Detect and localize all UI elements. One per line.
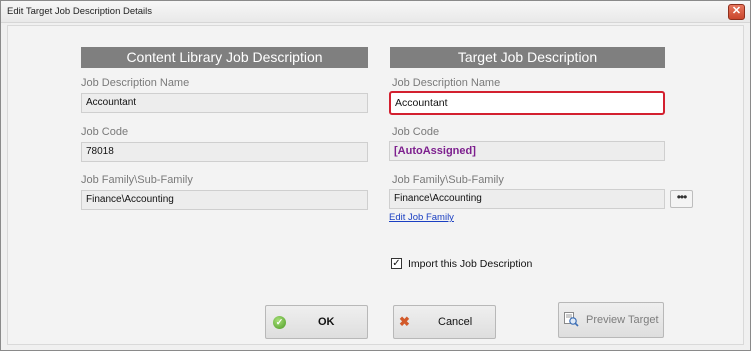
dialog-body: Content Library Job Description Job Desc… — [7, 25, 744, 345]
edit-job-dialog: Edit Target Job Description Details ✕ Co… — [0, 0, 751, 351]
cancel-x-icon: ✖ — [399, 314, 410, 329]
title-bar: Edit Target Job Description Details ✕ — [1, 1, 750, 23]
preview-target-button[interactable]: Preview Target — [558, 302, 664, 338]
preview-button-label: Preview Target — [586, 314, 659, 326]
ok-check-icon: ✓ — [273, 316, 286, 329]
ok-button-label: OK — [318, 316, 335, 328]
close-icon: ✕ — [731, 5, 742, 17]
cancel-button-label: Cancel — [438, 316, 473, 328]
target-job-header: Target Job Description — [390, 47, 665, 68]
job-code-field: [AutoAssigned] — [389, 141, 665, 161]
edit-job-family-link[interactable]: Edit Job Family — [389, 212, 454, 223]
ok-button[interactable]: ✓ OK — [265, 305, 368, 339]
browse-job-family-button[interactable]: ••• — [670, 190, 693, 208]
left-job-family-label: Job Family\Sub-Family — [81, 174, 193, 186]
left-job-code-field: 78018 — [81, 142, 368, 162]
left-job-name-label: Job Description Name — [81, 77, 190, 89]
cancel-button[interactable]: ✖ Cancel — [393, 305, 496, 339]
right-job-family-label: Job Family\Sub-Family — [392, 174, 504, 186]
dialog-title: Edit Target Job Description Details — [7, 6, 153, 17]
left-job-code-label: Job Code — [81, 126, 129, 138]
check-mark-icon: ✓ — [392, 258, 401, 269]
left-job-name-field: Accountant — [81, 93, 368, 113]
ellipsis-icon: ••• — [676, 190, 688, 204]
job-family-field: Finance\Accounting — [389, 189, 665, 209]
content-library-header: Content Library Job Description — [81, 47, 368, 68]
right-job-code-label: Job Code — [392, 126, 440, 138]
job-name-input[interactable] — [389, 91, 665, 115]
right-job-name-label: Job Description Name — [392, 77, 501, 89]
close-button[interactable]: ✕ — [728, 4, 745, 20]
import-checkbox-label[interactable]: Import this Job Description — [408, 258, 532, 270]
preview-magnifier-icon — [564, 312, 579, 327]
import-checkbox[interactable]: ✓ — [391, 258, 402, 269]
left-job-family-field: Finance\Accounting — [81, 190, 368, 210]
